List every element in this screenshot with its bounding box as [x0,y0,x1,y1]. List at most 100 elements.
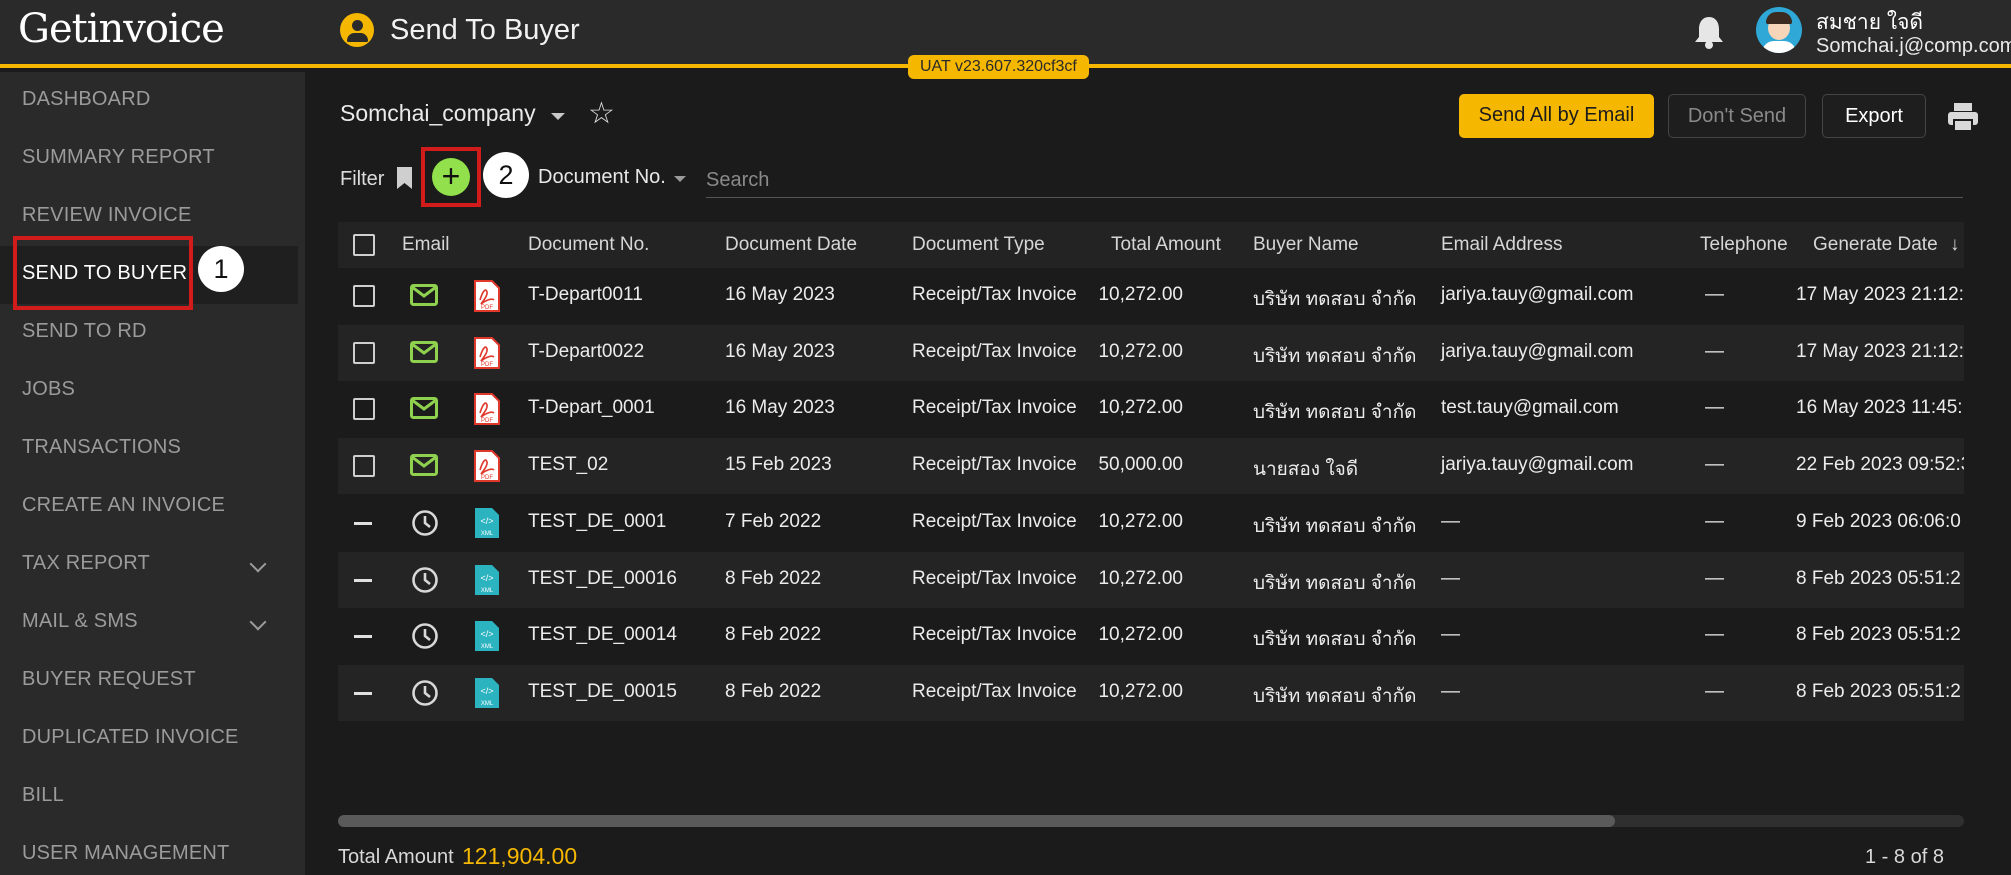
sidebar-item-label: SEND TO RD [22,320,147,342]
xml-file-icon[interactable]: </> XML [474,677,500,709]
app-logo[interactable]: Getinvoice [18,6,225,52]
row-checkbox[interactable] [353,341,375,364]
sidebar-item-user-management[interactable]: USER MANAGEMENT [0,826,298,875]
scrollbar-thumb[interactable] [338,815,1615,827]
company-select[interactable]: Somchai_company [340,100,536,127]
total-amount: 10,272.00 [1098,340,1183,362]
generate-date: 8 Feb 2023 05:51:2 [1796,680,1961,702]
pdf-file-icon[interactable]: PDF [474,393,500,426]
bell-icon[interactable] [1692,14,1726,50]
mail-icon[interactable] [410,397,438,420]
table-row[interactable]: </> XML TEST_DE_0001 7 Feb 2022 Receipt/Tax … [338,495,1964,551]
email-address: jariya.tauy@gmail.com [1441,340,1634,362]
svg-text:XML: XML [481,588,494,594]
row-checkbox[interactable] [353,398,375,421]
sidebar-item-jobs[interactable]: JOBS [0,362,298,420]
table-row[interactable]: PDF TEST_02 15 Feb 2023 Receipt/Tax Invoice… [338,438,1964,495]
pdf-file-icon[interactable]: PDF [474,336,500,369]
bookmark-icon[interactable] [396,166,413,190]
dash-icon [354,578,372,582]
table-row[interactable]: </> XML TEST_DE_00015 8 Feb 2022 Receipt/Tax… [338,664,1964,721]
export-button[interactable]: Export [1822,94,1926,138]
sidebar-item-duplicated-invoice[interactable]: DUPLICATED INVOICE [0,710,298,768]
document-number[interactable]: TEST_DE_00015 [528,681,677,703]
sidebar-item-mail-sms[interactable]: MAIL & SMS [0,594,298,652]
select-all-checkbox[interactable] [353,234,375,256]
svg-text:PDF: PDF [481,475,493,481]
table-row[interactable]: </> XML TEST_DE_00014 8 Feb 2022 Receipt/Tax… [338,608,1964,664]
xml-file-icon[interactable]: </> XML [474,564,500,596]
svg-text:</>: </> [480,686,493,696]
telephone: — [1705,397,1724,419]
search-input[interactable] [706,164,1963,198]
column-header[interactable]: Generate Date [1813,234,1938,256]
caret-down-icon[interactable] [551,113,565,120]
sidebar-item-transactions[interactable]: TRANSACTIONS [0,420,298,478]
sidebar-item-label: TAX REPORT [22,552,150,574]
document-number[interactable]: TEST_DE_00016 [528,568,677,590]
generate-date: 17 May 2023 21:12: [1796,340,1964,362]
printer-icon[interactable] [1946,101,1980,133]
document-number[interactable]: T-Depart0011 [528,284,643,306]
telephone: — [1705,680,1724,702]
sidebar-item-label: JOBS [22,378,76,400]
sidebar-item-create-invoice[interactable]: CREATE AN INVOICE [0,478,298,536]
sidebar-item-buyer-request[interactable]: BUYER REQUEST [0,652,298,710]
document-number[interactable]: T-Depart0022 [528,341,644,363]
email-address: — [1441,510,1460,532]
filter-label: Filter [340,168,385,190]
total-amount: 50,000.00 [1098,454,1183,476]
table-header: Email Document No. Document Date Documen… [338,222,1964,268]
mail-icon[interactable] [410,340,438,363]
sidebar-item-send-to-rd[interactable]: SEND TO RD [0,304,298,362]
column-header[interactable]: Email Address [1441,234,1562,256]
send-all-by-email-button[interactable]: Send All by Email [1459,94,1654,138]
chevron-down-icon [249,613,267,631]
email-address: — [1441,680,1460,702]
pdf-file-icon[interactable]: PDF [474,450,500,483]
column-header[interactable]: Document Type [912,234,1045,256]
sidebar-item-label: SUMMARY REPORT [22,146,215,168]
table-row[interactable]: PDF T-Depart_0001 16 May 2023 Receipt/Tax I… [338,381,1964,437]
column-header[interactable]: Document No. [528,234,649,256]
column-header[interactable]: Document Date [725,234,857,256]
sort-arrow-icon[interactable]: ↓ [1950,234,1960,256]
clock-icon [411,566,439,594]
table-row[interactable]: PDF T-Depart0022 16 May 2023 Receipt/Tax In… [338,324,1964,381]
caret-down-icon[interactable] [674,176,686,182]
clock-icon [411,622,439,650]
add-filter-button[interactable]: + [432,158,470,196]
document-number[interactable]: TEST_02 [528,454,608,476]
total-amount-value: 121,904.00 [462,843,578,869]
mail-icon[interactable] [410,284,438,306]
column-header[interactable]: Buyer Name [1253,234,1359,256]
document-type: Receipt/Tax Invoice [912,397,1077,419]
horizontal-scrollbar[interactable] [338,815,1964,827]
mail-icon[interactable] [410,454,438,477]
filter-field-select[interactable]: Document No. [538,166,666,189]
dont-send-button[interactable]: Don't Send [1668,94,1806,138]
table-row[interactable]: PDF T-Depart0011 16 May 2023 Receipt/Tax In… [338,268,1964,324]
sidebar-item-dashboard[interactable]: DASHBOARD [0,72,298,130]
pdf-file-icon[interactable]: PDF [474,280,500,312]
xml-file-icon[interactable]: </> XML [474,620,500,652]
star-icon[interactable]: ☆ [588,99,615,129]
avatar[interactable] [1756,7,1802,53]
document-number[interactable]: TEST_DE_0001 [528,511,666,533]
row-checkbox[interactable] [353,455,375,478]
row-checkbox[interactable] [353,285,375,307]
column-header[interactable]: Total Amount [1111,234,1221,256]
column-header[interactable]: Telephone [1700,234,1788,256]
total-amount: 10,272.00 [1098,284,1183,305]
telephone: — [1705,284,1724,305]
sidebar-item-summary-report[interactable]: SUMMARY REPORT [0,130,298,188]
sidebar-item-tax-report[interactable]: TAX REPORT [0,536,298,594]
document-number[interactable]: T-Depart_0001 [528,397,655,419]
xml-file-icon[interactable]: </> XML [474,507,500,539]
table-row[interactable]: </> XML TEST_DE_00016 8 Feb 2022 Receipt/Tax… [338,551,1964,608]
document-type: Receipt/Tax Invoice [912,284,1077,305]
column-header[interactable]: Email [402,234,450,256]
sidebar-item-bill[interactable]: BILL [0,768,298,826]
document-number[interactable]: TEST_DE_00014 [528,624,677,646]
sidebar-item-label: DASHBOARD [22,88,151,110]
